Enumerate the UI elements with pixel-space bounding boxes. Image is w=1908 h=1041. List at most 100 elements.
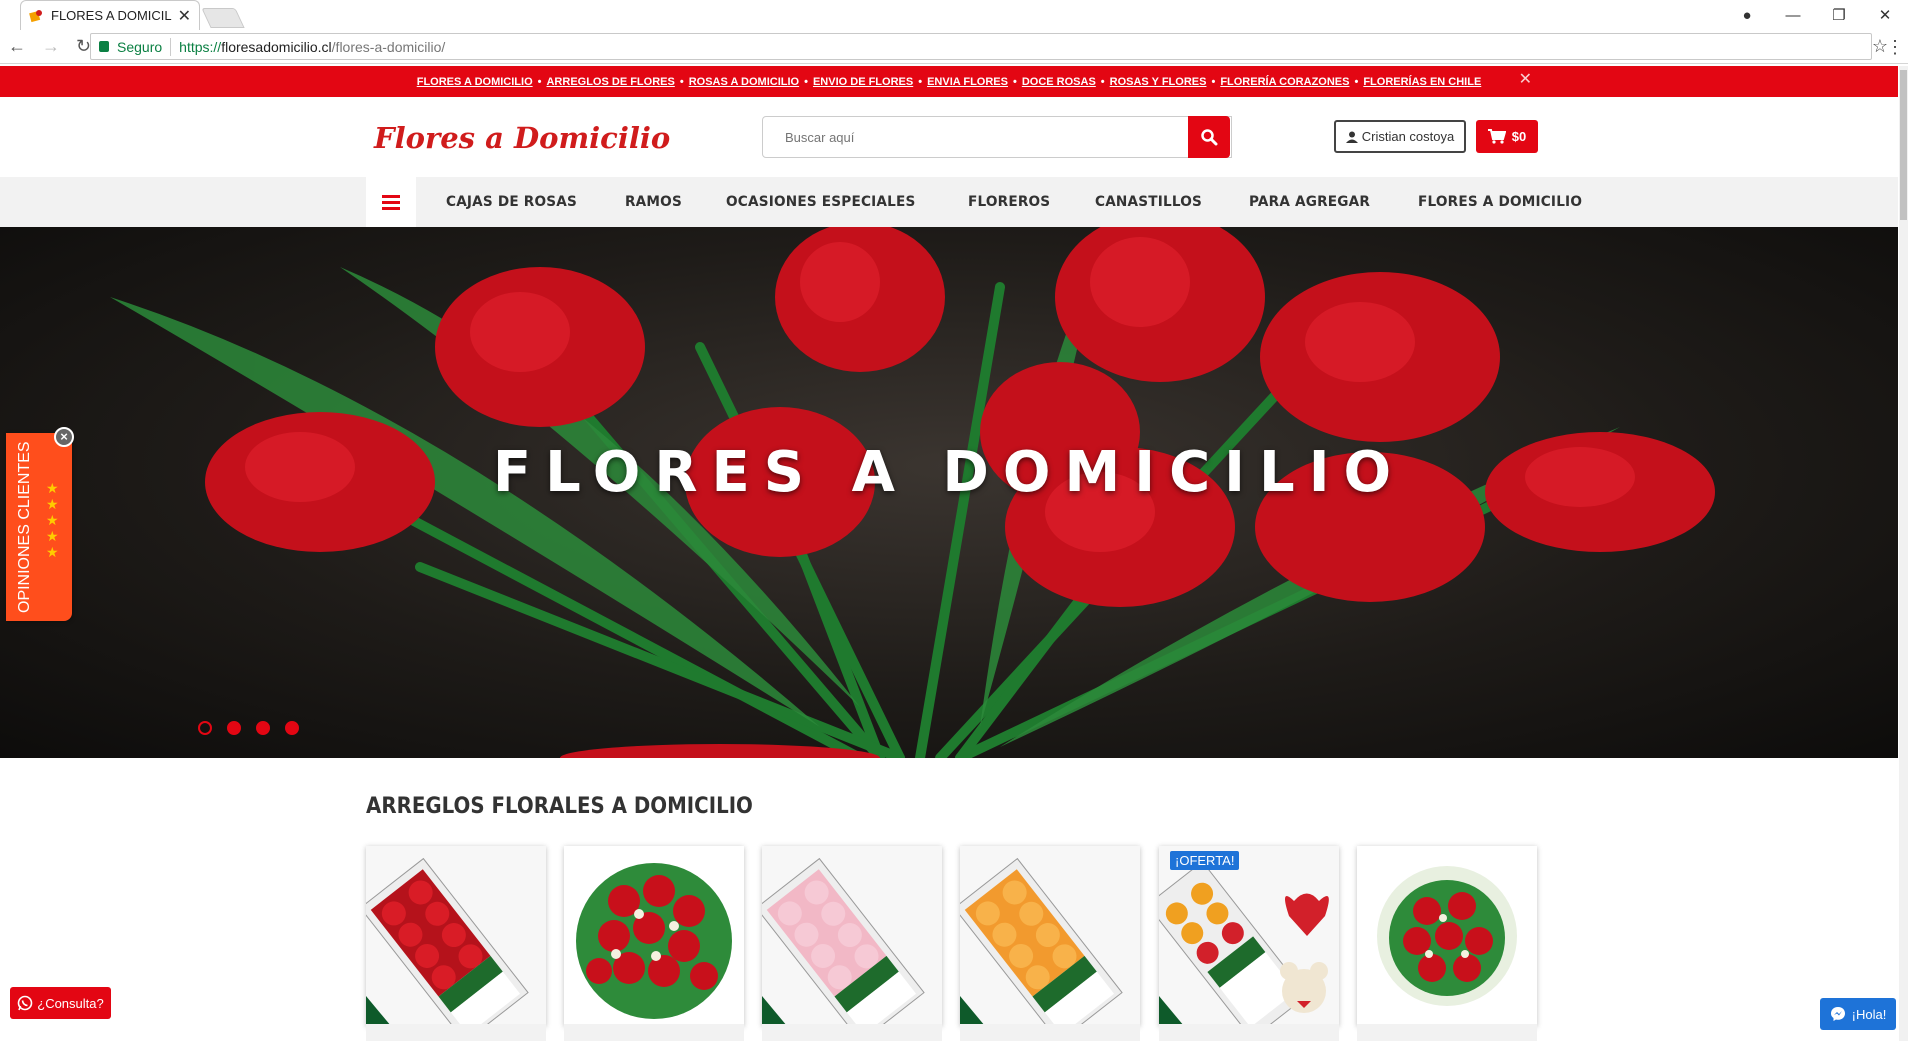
- back-icon[interactable]: ←: [8, 36, 26, 57]
- reviews-label: OPINIONES CLIENTES: [16, 441, 33, 613]
- link-separator: •: [679, 75, 684, 88]
- consulta-label: ¿Consulta?: [37, 995, 104, 1011]
- search-button[interactable]: [1188, 116, 1230, 158]
- product-image: [564, 846, 744, 1026]
- top-link[interactable]: ROSAS Y FLORES: [1110, 76, 1207, 88]
- nav-item-flores-a-domicilio[interactable]: FLORES A DOMICILIO: [1418, 194, 1582, 210]
- product-image: [366, 846, 546, 1026]
- slider-dot[interactable]: [285, 721, 299, 735]
- tab-title: FLORES A DOMICILIO, EN: [51, 8, 172, 23]
- slider-dot[interactable]: [198, 721, 212, 735]
- messenger-chat-button[interactable]: ¡Hola!: [1820, 998, 1896, 1030]
- nav-item-ocasiones-especiales[interactable]: OCASIONES ESPECIALES: [726, 194, 916, 210]
- product-image: [1159, 846, 1339, 1026]
- messenger-icon: [1830, 1007, 1845, 1021]
- product-image: [762, 846, 942, 1026]
- user-account-button[interactable]: Cristian costoya: [1334, 120, 1466, 153]
- link-separator: •: [1354, 75, 1359, 88]
- site-favicon-icon: [29, 9, 42, 22]
- search-input[interactable]: [762, 116, 1232, 158]
- user-name: Cristian costoya: [1361, 129, 1455, 144]
- user-icon: [1345, 131, 1358, 143]
- link-separator: •: [537, 75, 542, 88]
- browser-tab[interactable]: FLORES A DOMICILIO, EN ✕: [20, 0, 200, 30]
- top-link[interactable]: ENVIO DE FLORES: [813, 76, 913, 88]
- whatsapp-icon: [17, 995, 33, 1011]
- browser-tab-bar: [0, 0, 1908, 30]
- product-card[interactable]: [1357, 846, 1537, 1026]
- top-link[interactable]: ARREGLOS DE FLORES: [546, 76, 674, 88]
- top-link[interactable]: DOCE ROSAS: [1022, 76, 1096, 88]
- reload-icon[interactable]: ↻: [76, 36, 91, 57]
- product-card[interactable]: [564, 846, 744, 1026]
- top-link[interactable]: ENVIA FLORES: [927, 76, 1008, 88]
- product-image: [960, 846, 1140, 1026]
- nav-item-cajas-de-rosas[interactable]: CAJAS DE ROSAS: [446, 194, 577, 210]
- secure-label: Seguro: [117, 38, 163, 55]
- restore-icon[interactable]: ❐: [1816, 6, 1862, 24]
- cart-icon: [1487, 129, 1506, 144]
- star-icon: ★: [46, 512, 59, 528]
- product-card[interactable]: [762, 846, 942, 1026]
- top-link[interactable]: FLORES A DOMICILIO: [417, 76, 533, 88]
- window-close-icon[interactable]: ✕: [1862, 6, 1908, 24]
- top-link[interactable]: FLORERÍAS EN CHILE: [1363, 76, 1481, 88]
- scrollbar-thumb[interactable]: [1900, 70, 1907, 220]
- link-separator: •: [1211, 75, 1216, 88]
- url-field[interactable]: Seguro https:// floresadomicilio.cl /flo…: [90, 33, 1872, 60]
- product-card[interactable]: [960, 846, 1140, 1026]
- browser-nav-buttons: ← → ↻: [8, 36, 91, 57]
- url-protocol: https://: [179, 38, 222, 55]
- card-footer: [960, 1024, 1140, 1041]
- search-icon: [1201, 129, 1218, 146]
- main-nav: CAJAS DE ROSAS RAMOS OCASIONES ESPECIALE…: [446, 177, 1632, 227]
- tab-close-icon[interactable]: ✕: [178, 6, 191, 26]
- top-links-bar: FLORES A DOMICILIO • ARREGLOS DE FLORES • …: [0, 66, 1898, 97]
- whatsapp-consulta-button[interactable]: ¿Consulta?: [10, 987, 111, 1019]
- minimize-icon[interactable]: —: [1770, 7, 1816, 24]
- star-icon: ★: [46, 496, 59, 512]
- slider-dot[interactable]: [227, 721, 241, 735]
- links-bar-close-icon[interactable]: ✕: [1519, 69, 1532, 89]
- card-footer: [564, 1024, 744, 1041]
- top-link[interactable]: ROSAS A DOMICILIO: [689, 76, 799, 88]
- nav-item-ramos[interactable]: RAMOS: [625, 194, 682, 210]
- card-footer: [1357, 1024, 1537, 1041]
- product-image: [1357, 846, 1537, 1026]
- url-separator: [170, 37, 172, 56]
- hamburger-icon: [382, 194, 400, 210]
- customer-reviews-widget[interactable]: OPINIONES CLIENTES ★ ★ ★ ★ ★: [6, 433, 72, 621]
- page-scrollbar[interactable]: [1899, 66, 1908, 1041]
- link-separator: •: [1012, 75, 1017, 88]
- link-separator: •: [918, 75, 923, 88]
- star-icon: ★: [46, 544, 59, 560]
- product-card[interactable]: [1159, 846, 1339, 1026]
- nav-item-floreros[interactable]: FLOREROS: [968, 194, 1050, 210]
- link-separator: •: [1100, 75, 1105, 88]
- card-footer: [1159, 1024, 1339, 1041]
- slider-dot[interactable]: [256, 721, 270, 735]
- star-icon: ★: [46, 480, 59, 496]
- card-footer: [366, 1024, 546, 1041]
- rating-stars: ★ ★ ★ ★ ★: [46, 481, 59, 559]
- forward-icon[interactable]: →: [42, 36, 60, 57]
- hero-title: FLORES A DOMICILIO: [492, 440, 1406, 505]
- cart-button[interactable]: $0: [1476, 120, 1538, 153]
- reviews-close-icon[interactable]: ×: [54, 427, 74, 447]
- lock-icon: [99, 41, 109, 52]
- section-title: ARREGLOS FLORALES A DOMICILIO: [366, 794, 753, 819]
- site-logo[interactable]: Flores a Domicilio: [370, 108, 670, 168]
- menu-toggle-button[interactable]: [366, 177, 416, 227]
- nav-item-para-agregar[interactable]: PARA AGREGAR: [1249, 194, 1370, 210]
- logo-text: Flores a Domicilio: [374, 121, 671, 155]
- offer-badge: ¡OFERTA!: [1170, 851, 1240, 870]
- profile-icon[interactable]: ●: [1724, 7, 1770, 24]
- browser-menu-icon[interactable]: ⋮: [1886, 37, 1904, 58]
- link-separator: •: [804, 75, 808, 88]
- slider-dots: [198, 721, 299, 735]
- card-footer: [762, 1024, 942, 1041]
- product-card[interactable]: [366, 846, 546, 1026]
- nav-item-canastillos[interactable]: CANASTILLOS: [1095, 194, 1202, 210]
- window-controls: ● — ❐ ✕: [1724, 0, 1908, 30]
- top-link[interactable]: FLORERÍA CORAZONES: [1220, 76, 1349, 88]
